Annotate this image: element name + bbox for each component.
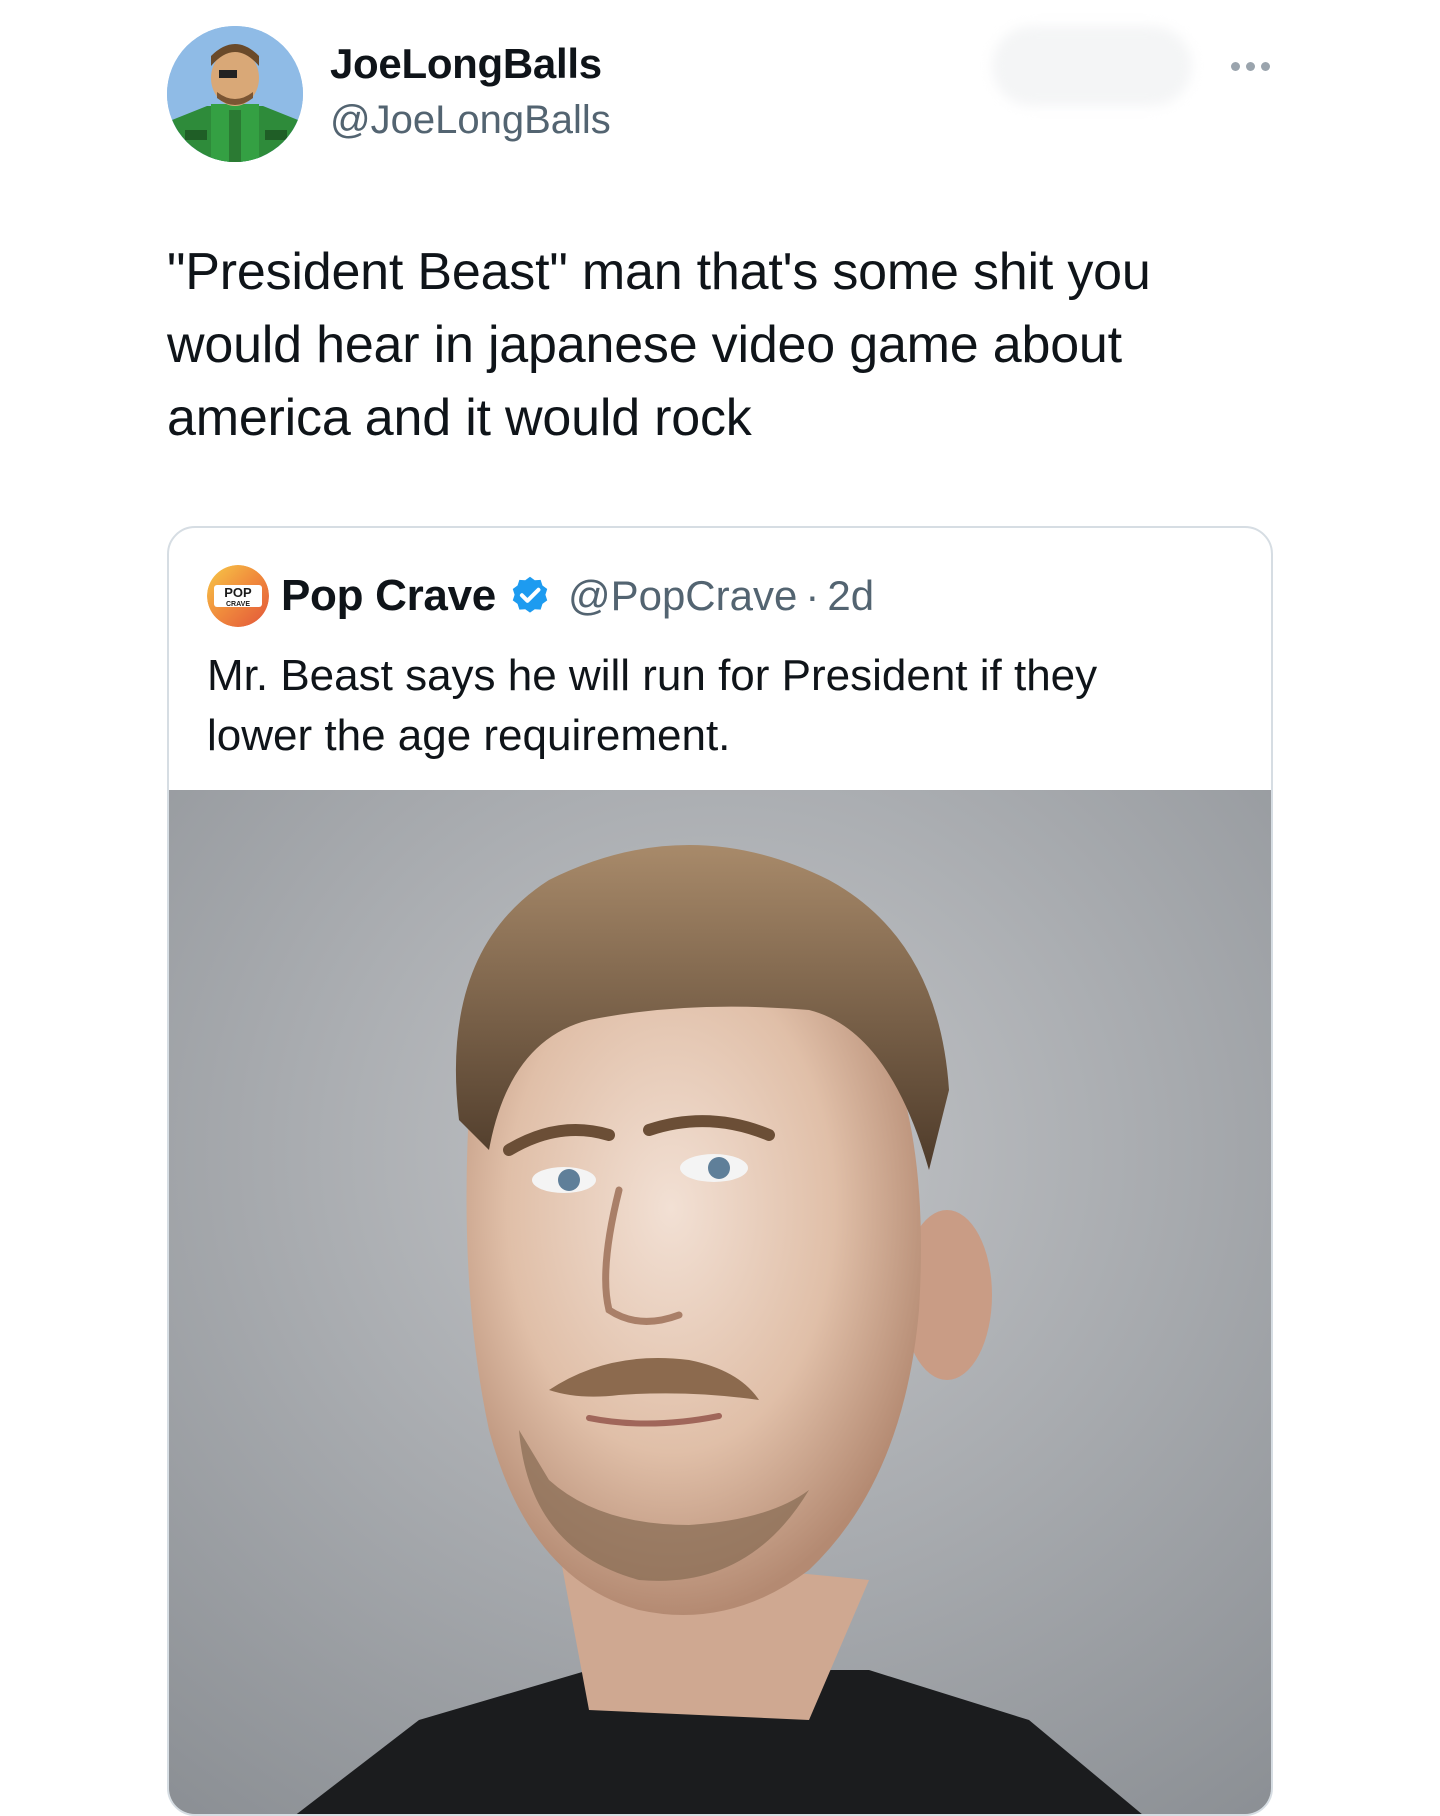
pop-crave-logo-text-bottom: CRAVE [226,601,250,608]
more-horizontal-icon [1230,61,1240,71]
quoted-author-name[interactable]: Pop Crave [281,571,496,621]
quoted-separator: · [805,572,820,619]
tweet-text: "President Beast" man that's some shit y… [167,236,1217,455]
quoted-timestamp[interactable]: 2d [827,572,874,620]
verified-badge-icon [512,576,548,613]
pop-crave-logo-icon: POP CRAVE [207,565,269,627]
tweet-text-line: "President Beast" man that's some shit y… [167,243,1151,301]
tweet-text-line: america and it would rock [167,389,752,447]
quoted-author-handle[interactable]: @PopCrave [568,572,797,620]
author-display-name[interactable]: JoeLongBalls [330,40,602,88]
quoted-tweet-photo[interactable] [169,790,1271,1814]
more-options-button[interactable] [1222,46,1278,86]
blurred-follow-button[interactable] [992,26,1192,106]
quoted-tweet-text: Mr. Beast says he will run for President… [207,646,1227,766]
author-handle[interactable]: @JoeLongBalls [330,98,611,143]
portrait-photo [169,790,1271,1814]
quoted-text-line: Mr. Beast says he will run for President… [207,651,1098,700]
quoted-tweet-header: POP CRAVE Pop Crave @PopCrave · 2d [207,564,874,628]
quoted-text-line: lower the age requirement. [207,711,731,760]
pop-crave-avatar[interactable]: POP CRAVE [207,565,269,627]
tweet-post: JoeLongBalls @JoeLongBalls "President Be… [0,0,1440,1816]
tweet-text-line: would hear in japanese video game about [167,316,1122,374]
author-avatar[interactable] [167,26,303,162]
quoted-tweet-card[interactable]: POP CRAVE Pop Crave @PopCrave · 2d Mr. B… [167,526,1273,1816]
cartoon-soldier-avatar-icon [167,26,303,162]
pop-crave-logo-text-top: POP [224,585,252,600]
